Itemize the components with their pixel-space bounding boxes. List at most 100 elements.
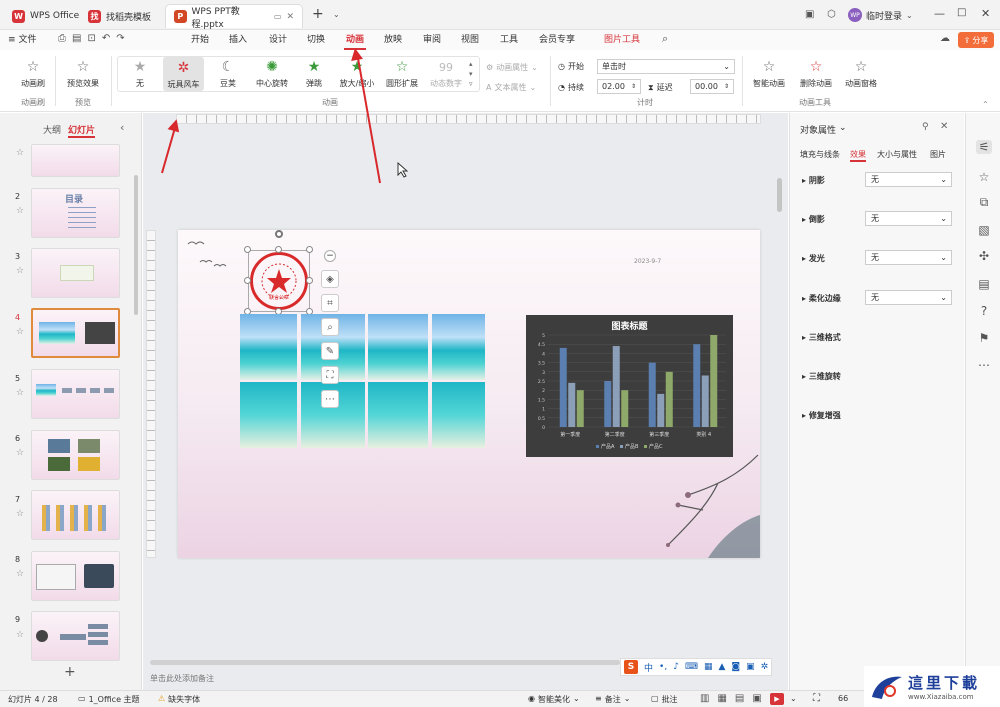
window-mode-icon[interactable]: ▭ — [274, 12, 282, 21]
quick-access-icons[interactable]: ⎙▤⊡↶↷ — [58, 33, 131, 44]
tools-icon[interactable]: ✣ — [976, 249, 992, 263]
search-icon[interactable]: ⌕ — [662, 32, 668, 46]
shapes-icon[interactable]: ⧉ — [976, 195, 992, 210]
minimize-icon[interactable]: — — [934, 7, 945, 20]
seal-stamp[interactable]: 联合公章 — [250, 252, 308, 310]
menu-animation[interactable]: 动画 — [342, 32, 368, 50]
view-mode-icons[interactable]: ▥▦▤▣ — [700, 693, 770, 704]
prop-glow[interactable]: ▸ 发光 — [802, 253, 825, 264]
resize-handle[interactable] — [244, 277, 251, 284]
play-icon[interactable]: ▶ — [770, 693, 784, 705]
share-button[interactable]: ⇪ 分享 — [958, 32, 994, 48]
photo-tile[interactable] — [432, 382, 485, 448]
delete-anim-button[interactable]: ☆ 删除动画 — [795, 56, 837, 89]
menu-tools[interactable]: 工具 — [496, 32, 522, 48]
add-slide-button[interactable]: + — [64, 664, 76, 680]
mic-icon[interactable]: ♪ — [673, 662, 679, 672]
more-icon[interactable]: ⋯ — [976, 358, 992, 372]
duration-stepper[interactable]: 02.00 ⇕ — [597, 79, 641, 94]
cube-icon[interactable]: ⬡ — [827, 9, 836, 20]
slide-thumbnail-3[interactable] — [31, 248, 120, 298]
anim-brush-button[interactable]: ☆ 动画刷 — [16, 56, 50, 89]
notes-placeholder[interactable]: 单击此处添加备注 — [150, 673, 214, 684]
resize-handle[interactable] — [244, 246, 251, 253]
effect-toy-windmill[interactable]: ✲ 玩具风车 — [163, 57, 204, 91]
prop-shadow[interactable]: ▸ 阴影 — [802, 175, 825, 186]
book-icon[interactable]: ▤ — [976, 277, 992, 291]
menu-transition[interactable]: 切换 — [303, 32, 329, 48]
delay-stepper[interactable]: 00.00 ⇕ — [690, 79, 734, 94]
layout-icon[interactable]: ▣ — [805, 9, 814, 20]
photo-tile[interactable] — [368, 382, 428, 448]
text-props-button[interactable]: A 文本属性 ⌄ — [486, 82, 536, 93]
punctuation-icon[interactable]: •, — [659, 662, 667, 672]
anim-props-button[interactable]: ⚙ 动画属性 ⌄ — [486, 62, 538, 73]
slide-thumbnail-9[interactable] — [31, 611, 120, 661]
prop-repair[interactable]: ▸ 修复增强 — [802, 410, 841, 421]
tab-effects[interactable]: 效果 — [850, 149, 866, 162]
glow-select[interactable]: 无 ⌄ — [865, 250, 952, 265]
resize-handle[interactable] — [306, 246, 313, 253]
slide-thumbnail-7[interactable] — [31, 490, 120, 540]
slide-thumbnail-1[interactable] — [31, 144, 120, 177]
comment-button[interactable]: ▢ 批注 — [651, 694, 678, 705]
tab-fill-line[interactable]: 填充与线条 — [800, 149, 840, 160]
file-menu[interactable]: ≡ 文件 — [8, 32, 44, 48]
slide-thumbnail-2[interactable]: 目录 — [31, 188, 120, 238]
zoom-level[interactable]: 66 — [838, 694, 848, 703]
tab-size-props[interactable]: 大小与属性 — [877, 149, 917, 160]
soft-edges-select[interactable]: 无 ⌄ — [865, 290, 952, 305]
grid-icon[interactable]: ▦ — [704, 662, 713, 672]
panel-scrollbar[interactable] — [134, 175, 138, 315]
panel-title[interactable]: 对象属性 ⌄ — [800, 123, 847, 136]
tab-template[interactable]: 找 找稻壳模板 — [80, 4, 159, 28]
help-icon[interactable]: ? — [976, 304, 992, 318]
photo-tile[interactable] — [240, 314, 297, 380]
pin-icon[interactable]: ⚲ — [922, 122, 929, 132]
close-window-icon[interactable]: ✕ — [981, 7, 990, 20]
effect-dynamic-number[interactable]: 99 动态数字 — [425, 56, 467, 89]
horizontal-scrollbar[interactable] — [150, 660, 620, 665]
photo-tile[interactable] — [240, 382, 297, 448]
chevron-down-icon[interactable]: ⌄ — [333, 10, 340, 19]
anim-pane-button[interactable]: ☆ 动画窗格 — [842, 56, 880, 89]
preview-button[interactable]: ☆ 预览效果 — [60, 56, 106, 89]
slide-thumbnail-8[interactable] — [31, 551, 120, 601]
crop-icon[interactable]: ⌗ — [321, 294, 339, 312]
tab-home[interactable]: W WPS Office — [4, 4, 87, 28]
prop-3d-format[interactable]: ▸ 三维格式 — [802, 332, 841, 343]
resize-handle[interactable] — [275, 246, 282, 253]
close-panel-icon[interactable]: ✕ — [940, 121, 948, 132]
prop-3d-rotation[interactable]: ▸ 三维旋转 — [802, 371, 841, 382]
apps-icon[interactable]: ▣ — [746, 662, 755, 672]
cloud-icon[interactable]: ☁ — [940, 33, 950, 44]
menu-picture-tools[interactable]: 图片工具 — [600, 32, 644, 48]
reflection-select[interactable]: 无 ⌄ — [865, 211, 952, 226]
fit-icon[interactable]: ⛶ — [321, 366, 339, 384]
photo-tile[interactable] — [432, 314, 485, 380]
slide-thumbnail-4[interactable] — [31, 308, 120, 358]
ime-toolbar[interactable]: S 中 •, ♪ ⌨ ▦ ▲ ◙ ▣ ✲ — [620, 658, 772, 676]
effect-pea-pod[interactable]: ☾ 豆荚 — [210, 56, 246, 89]
rotate-handle-icon[interactable] — [275, 230, 283, 238]
menu-insert[interactable]: 插入 — [225, 32, 251, 48]
photo-tile[interactable] — [368, 314, 428, 380]
slide-thumbnail-5[interactable] — [31, 369, 120, 419]
fit-window-icon[interactable]: ⛶ — [813, 693, 820, 704]
menu-review[interactable]: 审阅 — [419, 32, 445, 48]
gallery-scroll[interactable]: ▴ ▾ ▿ — [469, 59, 473, 89]
effect-center-spin[interactable]: ✺ 中心旋转 — [250, 56, 294, 89]
keyboard-icon[interactable]: ⌨ — [685, 662, 698, 672]
notes-button[interactable]: ≡ 备注 ⌄ — [595, 694, 630, 705]
game-icon[interactable]: ◙ — [731, 662, 740, 672]
effect-circle-expand[interactable]: ☆ 圆形扩展 — [381, 56, 423, 89]
tab-picture[interactable]: 图片 — [930, 149, 946, 160]
menu-slideshow[interactable]: 放映 — [380, 32, 406, 48]
beautify-button[interactable]: ◉ 智能美化 ⌄ — [528, 694, 580, 705]
menu-design[interactable]: 设计 — [265, 32, 291, 48]
shirt-icon[interactable]: ⚑ — [976, 331, 992, 345]
resize-handle[interactable] — [306, 277, 313, 284]
image-icon[interactable]: ▧ — [976, 223, 992, 237]
properties-icon[interactable]: ⚟ — [976, 140, 992, 154]
menu-member[interactable]: 会员专享 — [535, 32, 579, 48]
